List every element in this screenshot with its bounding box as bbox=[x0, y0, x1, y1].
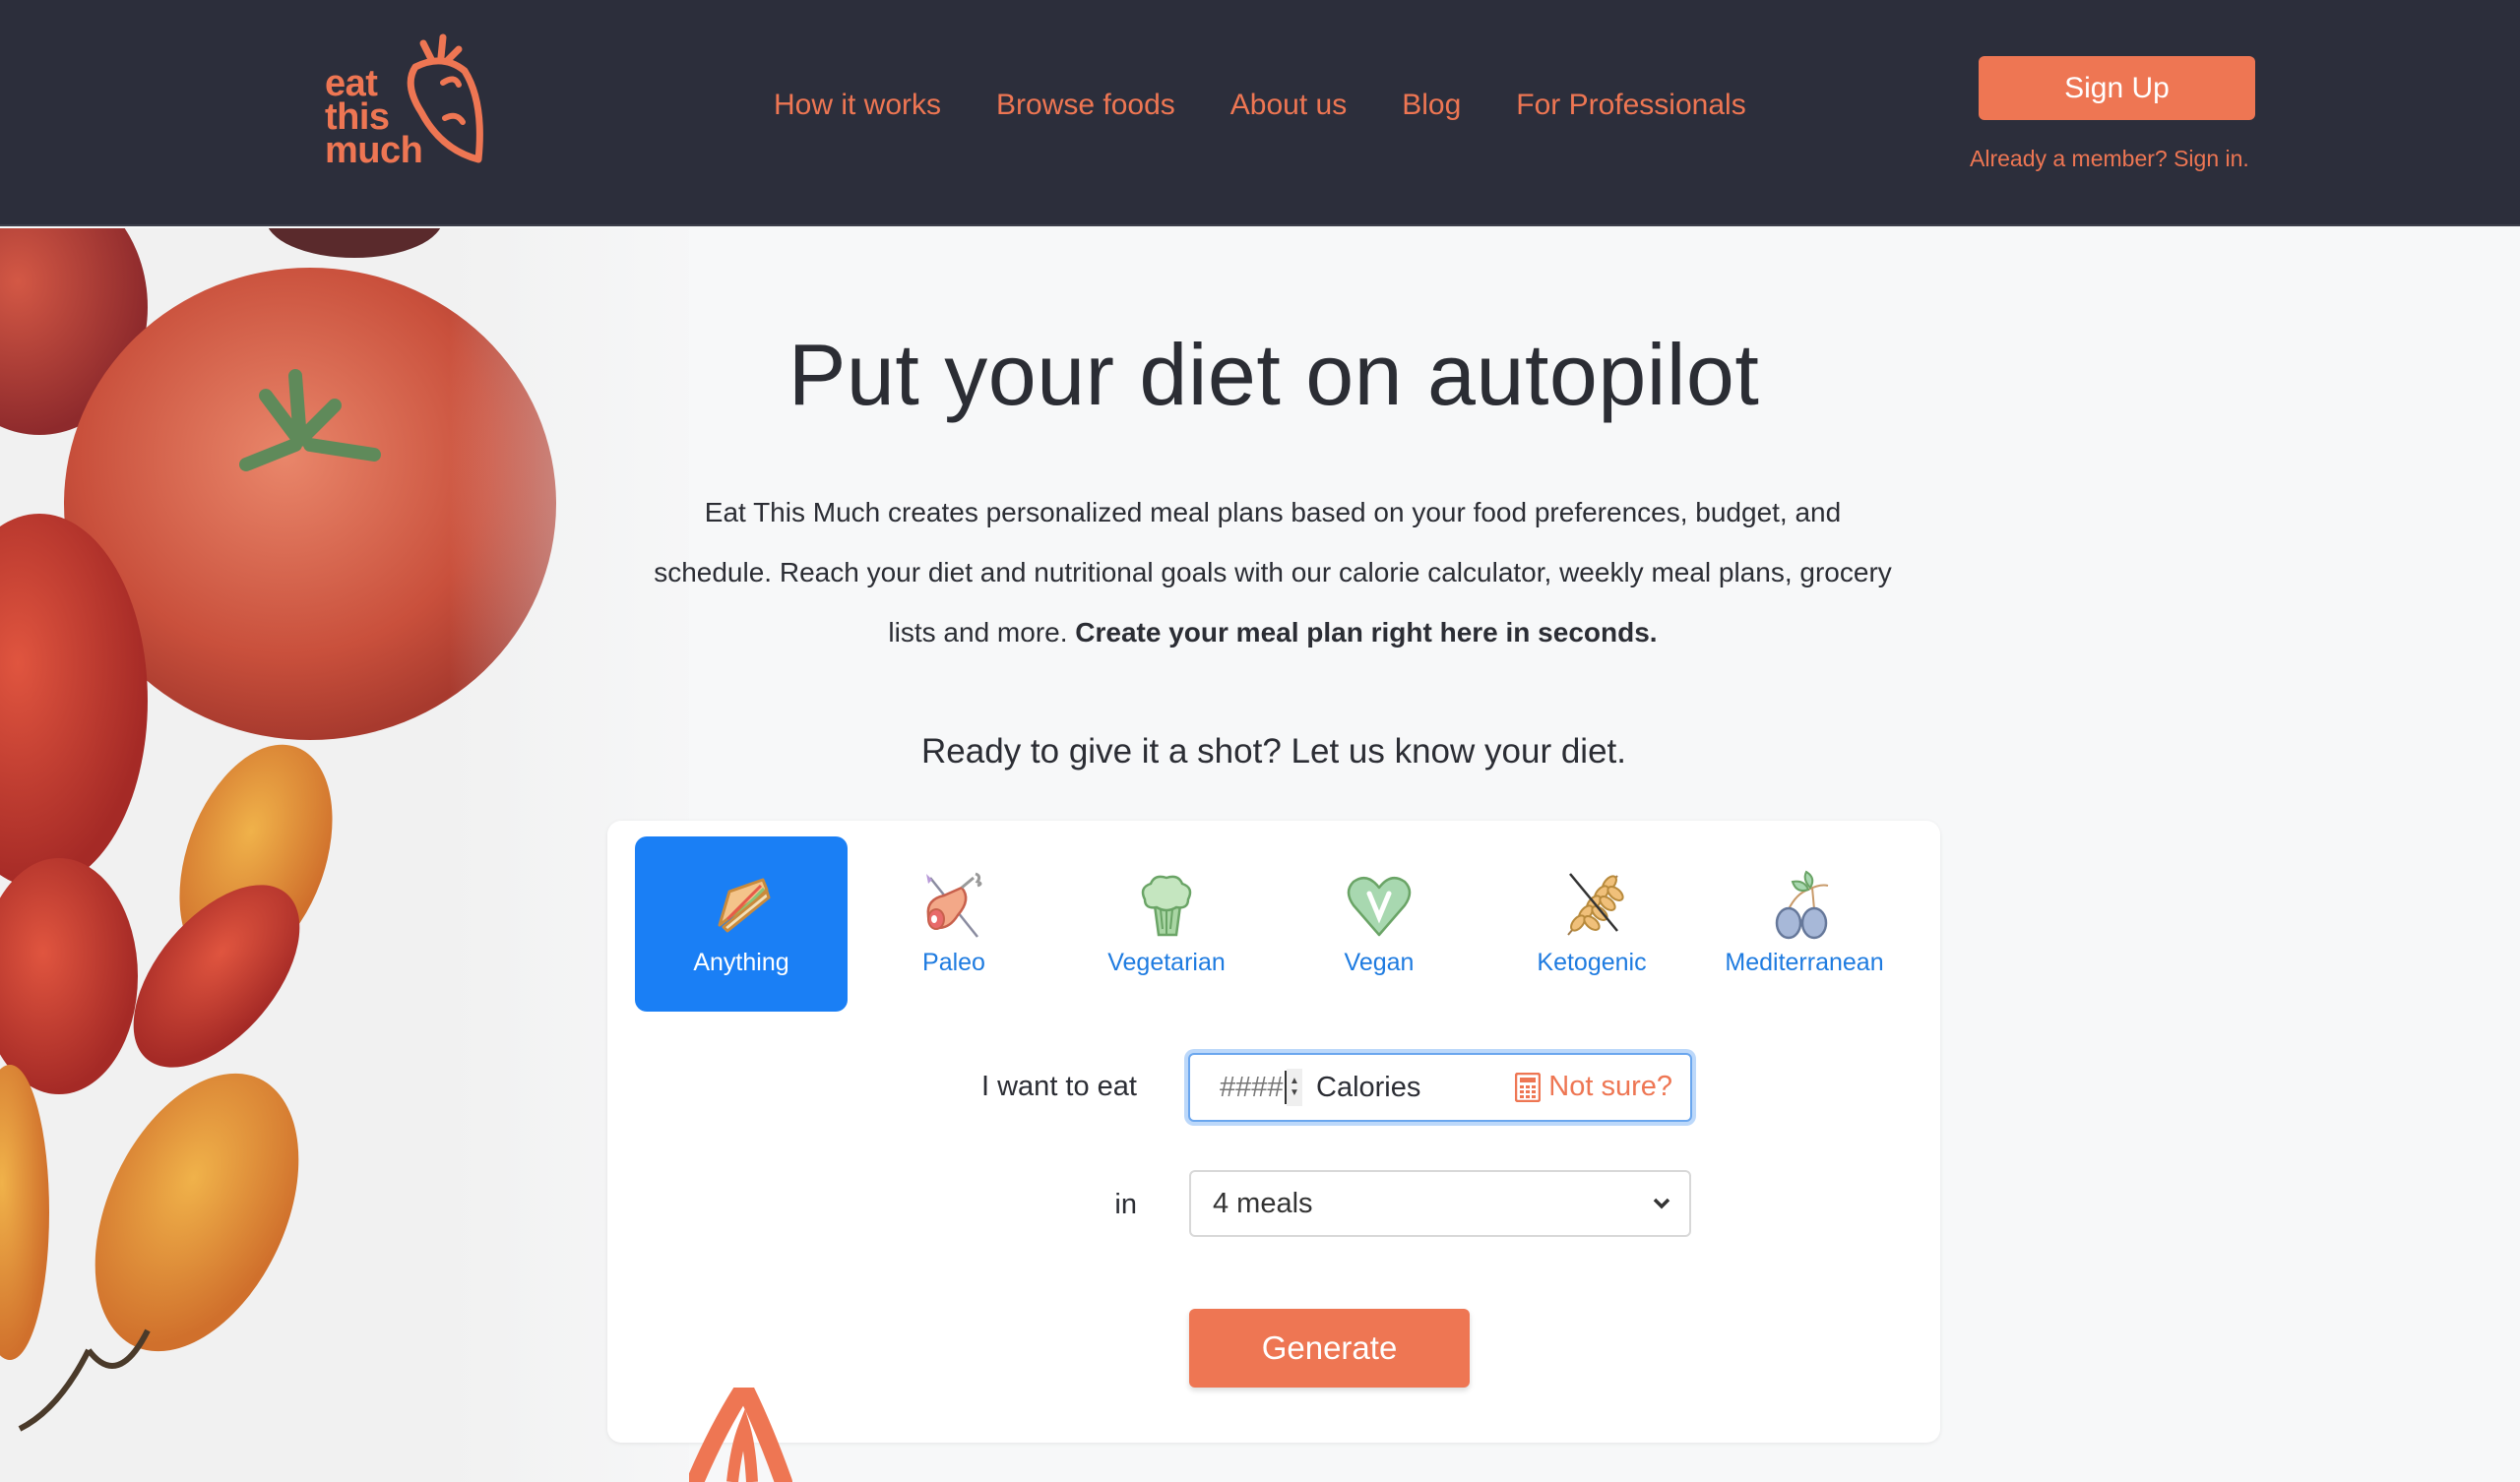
not-sure-label: Not sure? bbox=[1548, 1071, 1672, 1102]
vegan-heart-icon bbox=[1347, 876, 1412, 937]
sandwich-icon bbox=[718, 878, 771, 933]
no-grain-icon bbox=[1567, 873, 1624, 936]
diet-option-anything[interactable]: Anything bbox=[635, 836, 848, 1012]
nav-for-professionals[interactable]: For Professionals bbox=[1516, 89, 1745, 122]
top-navigation-bar: eat this much How it works Browse foods … bbox=[0, 0, 2520, 226]
diet-option-vegetarian[interactable]: Vegetarian bbox=[1060, 836, 1273, 1012]
calculator-icon bbox=[1515, 1072, 1542, 1102]
olives-icon bbox=[1775, 870, 1829, 940]
page-headline: Put your diet on autopilot bbox=[788, 326, 1760, 423]
nav-browse-foods[interactable]: Browse foods bbox=[996, 89, 1175, 122]
diet-label: Vegan bbox=[1344, 949, 1415, 976]
stepper-up-icon[interactable]: ▲ bbox=[1290, 1076, 1299, 1087]
nav-blog[interactable]: Blog bbox=[1402, 89, 1461, 122]
generate-button[interactable]: Generate bbox=[1189, 1309, 1470, 1388]
eat-this-much-logo[interactable]: eat this much bbox=[325, 33, 492, 171]
diet-label: Ketogenic bbox=[1537, 949, 1647, 976]
diet-options: Anything Paleo Vegetarian Vegan Ketogeni… bbox=[635, 836, 1911, 1012]
not-sure-link[interactable]: Not sure? bbox=[1515, 1071, 1672, 1103]
calories-field[interactable]: ▲ ▼ Calories Not sure? bbox=[1188, 1053, 1692, 1122]
broccoli-icon bbox=[1141, 875, 1192, 937]
calories-unit: Calories bbox=[1316, 1071, 1421, 1103]
diet-option-paleo[interactable]: Paleo bbox=[848, 836, 1060, 1012]
arrow-decoration-icon bbox=[689, 1388, 792, 1482]
calories-label: I want to eat bbox=[981, 1071, 1137, 1102]
sign-in-link[interactable]: Already a member? Sign in. bbox=[1970, 146, 2249, 172]
sign-up-button[interactable]: Sign Up bbox=[1979, 56, 2255, 120]
diet-label: Paleo bbox=[922, 949, 985, 976]
chevron-down-icon bbox=[1653, 1198, 1670, 1209]
meals-selected-value: 4 meals bbox=[1213, 1187, 1313, 1219]
meal-plan-generator-card: Anything Paleo Vegetarian Vegan Ketogeni… bbox=[607, 821, 1940, 1443]
intro-bold-text: Create your meal plan right here in seco… bbox=[1075, 617, 1658, 648]
diet-label: Anything bbox=[693, 949, 789, 976]
diet-label: Vegetarian bbox=[1107, 949, 1226, 976]
stepper-down-icon[interactable]: ▼ bbox=[1290, 1087, 1299, 1099]
main-nav: How it works Browse foods About us Blog … bbox=[774, 89, 1801, 122]
meat-drumstick-icon bbox=[926, 872, 982, 938]
diet-label: Mediterranean bbox=[1725, 949, 1884, 976]
meals-select[interactable]: 4 meals bbox=[1189, 1170, 1691, 1237]
diet-prompt: Ready to give it a shot? Let us know you… bbox=[921, 732, 1626, 771]
carrot-icon bbox=[407, 33, 483, 163]
calories-input[interactable] bbox=[1220, 1071, 1287, 1104]
diet-option-vegan[interactable]: Vegan bbox=[1273, 836, 1485, 1012]
nav-how-it-works[interactable]: How it works bbox=[774, 89, 941, 122]
intro-paragraph: Eat This Much creates personalized meal … bbox=[650, 482, 1896, 662]
calories-stepper[interactable]: ▲ ▼ bbox=[1287, 1069, 1302, 1106]
nav-about-us[interactable]: About us bbox=[1230, 89, 1347, 122]
diet-option-ketogenic[interactable]: Ketogenic bbox=[1485, 836, 1698, 1012]
diet-option-mediterranean[interactable]: Mediterranean bbox=[1698, 836, 1911, 1012]
meals-label: in bbox=[1114, 1189, 1137, 1220]
